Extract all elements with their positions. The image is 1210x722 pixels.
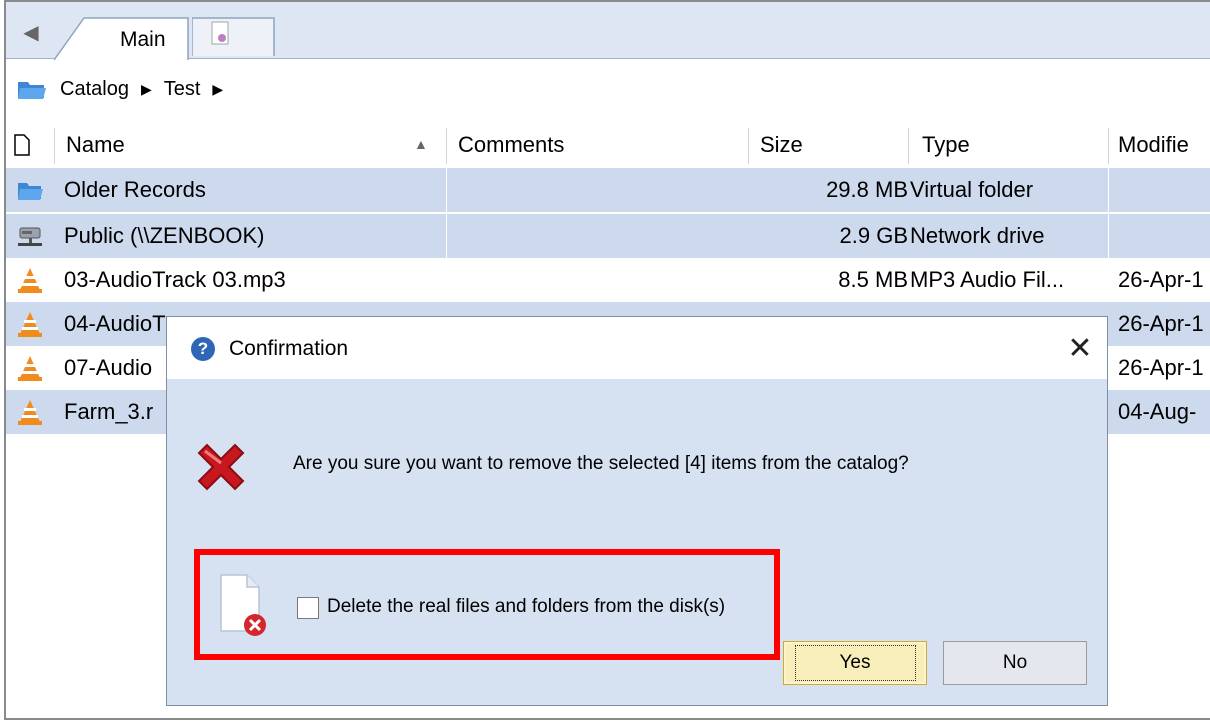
column-header-type[interactable]: Type xyxy=(922,132,970,158)
dialog-message: Are you sure you want to remove the sele… xyxy=(293,453,909,474)
yes-button-label: Yes xyxy=(794,645,916,681)
column-divider xyxy=(54,128,55,164)
dialog-title-bar[interactable]: ? Confirmation ✕ xyxy=(167,317,1107,379)
row-modified: 26-Apr-1 xyxy=(1118,267,1204,292)
row-size: 2.9 GB xyxy=(839,223,908,248)
folder-icon xyxy=(18,82,46,99)
breadcrumb-separator-icon[interactable]: ▶ xyxy=(141,81,152,98)
column-divider[interactable] xyxy=(446,128,447,164)
cell-divider xyxy=(1108,168,1109,212)
vlc-icon xyxy=(18,268,42,293)
row-name: Farm_3.r xyxy=(64,399,154,424)
row-size: 8.5 MB xyxy=(838,267,908,292)
tab-main-label: Main xyxy=(120,28,166,51)
row-type: Virtual folder xyxy=(910,177,1034,202)
disk-icon xyxy=(192,17,275,56)
cell-divider xyxy=(1108,214,1109,258)
row-name: 03-AudioTrack 03.mp3 xyxy=(64,267,286,292)
file-type-icon xyxy=(14,134,30,156)
cell-divider xyxy=(446,168,447,212)
column-divider[interactable] xyxy=(1108,128,1109,164)
row-name: 07-Audio xyxy=(64,355,153,380)
question-icon: ? xyxy=(191,337,215,361)
error-x-icon xyxy=(197,443,245,491)
dialog-title: Confirmation xyxy=(229,337,349,360)
tab-strip: ◀ Main xyxy=(6,2,1210,60)
table-row[interactable]: Older Records 29.8 MB Virtual folder xyxy=(6,168,1210,212)
row-name: Public (\\ZENBOOK) xyxy=(64,223,265,248)
no-button[interactable]: No xyxy=(943,641,1087,685)
tab-main[interactable]: Main xyxy=(54,16,192,60)
column-header-row: Name ▲ Comments Size Type Modifie xyxy=(6,122,1210,171)
breadcrumb-item-test[interactable]: Test xyxy=(164,78,201,101)
row-name: 04-AudioT xyxy=(64,311,166,336)
cell-divider xyxy=(446,214,447,258)
column-header-modified[interactable]: Modifie xyxy=(1118,132,1189,158)
vlc-icon xyxy=(18,356,42,381)
highlight-box xyxy=(194,549,780,660)
breadcrumb-item-catalog[interactable]: Catalog xyxy=(60,78,129,101)
column-header-comments[interactable]: Comments xyxy=(458,132,564,158)
row-modified: 26-Apr-1 xyxy=(1118,311,1204,336)
yes-button[interactable]: Yes xyxy=(783,641,927,685)
table-row[interactable]: 03-AudioTrack 03.mp3 8.5 MB MP3 Audio Fi… xyxy=(6,258,1210,302)
sort-ascending-icon: ▲ xyxy=(414,136,428,152)
breadcrumb: Catalog ▶ Test ▶ xyxy=(6,60,1210,118)
vlc-icon xyxy=(18,400,42,425)
row-modified: 04-Aug- xyxy=(1118,399,1197,424)
tab-disk[interactable] xyxy=(192,16,276,56)
row-size: 29.8 MB xyxy=(826,177,908,202)
virtual-folder-icon xyxy=(18,183,43,200)
row-name: Older Records xyxy=(64,177,206,202)
column-divider[interactable] xyxy=(908,128,909,164)
tab-scroll-left-icon[interactable]: ◀ xyxy=(16,12,46,52)
column-divider[interactable] xyxy=(748,128,749,164)
row-type: Network drive xyxy=(910,223,1045,248)
app-window: ◀ Main Catalog ▶ Test ▶ Name ▲ Comments … xyxy=(0,0,1210,722)
row-type: MP3 Audio Fil... xyxy=(910,267,1065,292)
row-modified: 26-Apr-1 xyxy=(1118,355,1204,380)
column-header-name[interactable]: Name xyxy=(66,132,125,158)
column-header-size[interactable]: Size xyxy=(760,132,803,158)
vlc-icon xyxy=(18,312,42,337)
table-row[interactable]: Public (\\ZENBOOK) 2.9 GB Network drive xyxy=(6,214,1210,258)
breadcrumb-separator-icon[interactable]: ▶ xyxy=(212,81,223,98)
network-drive-icon xyxy=(18,227,42,246)
close-icon[interactable]: ✕ xyxy=(1063,331,1097,365)
